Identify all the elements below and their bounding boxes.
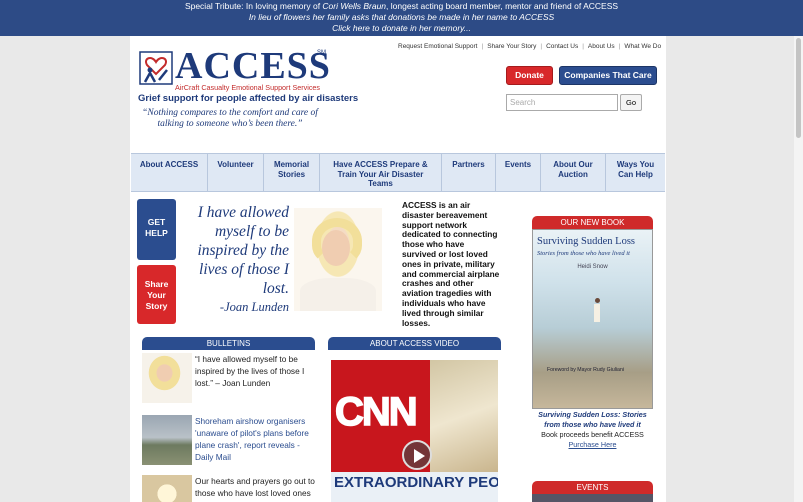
nav-ways-to-help[interactable]: Ways You Can Help [606,154,665,191]
book-caption-note: Book proceeds benefit ACCESS [541,430,644,439]
book-cover-subtitle: Stories from those who have lived it [537,250,630,257]
video-header: ABOUT ACCESS VIDEO [328,337,501,350]
link-separator: | [481,43,484,50]
feature-quote-text: I have allowed myself to be inspired by … [197,204,289,297]
book-cover-author: Heidi Snow [577,264,608,270]
bulletin-thumbnail [142,353,192,403]
nav-auction[interactable]: About Our Auction [541,154,606,191]
nav-volunteer[interactable]: Volunteer [208,154,264,191]
tagline: Grief support for people affected by air… [138,93,359,104]
about-video[interactable]: CNN EXTRAORDINARY PEOPLE [331,360,498,502]
link-separator: | [540,43,543,50]
header-quote: “Nothing compares to the comfort and car… [142,108,318,129]
book-caption: Surviving Sudden Loss: Stories from thos… [532,410,653,450]
cnn-logo-text: CNN [334,389,418,435]
bulletin-text: Our hearts and prayers go out to those w… [195,476,315,498]
top-links: Request Emotional Support | Share Your Sto… [398,43,661,50]
link-separator: | [582,43,584,50]
portrait-face [322,230,350,266]
feature-quote: I have allowed myself to be inspired by … [181,203,289,317]
scrollbar-thumb[interactable] [796,38,801,138]
donate-button[interactable]: Donate [506,66,553,85]
top-link-contact[interactable]: Contact Us [546,43,578,50]
search-go-button[interactable]: Go [620,94,642,111]
logo-trademark: SM [317,50,326,56]
book-cover-figure [593,298,601,338]
nav-memorial-stories[interactable]: Memorial Stories [264,154,320,191]
bulletin-item: “I have allowed myself to be inspired by… [142,353,317,403]
video-still-photo [430,360,498,472]
logo-subtitle: AirCraft Casualty Emotional Support Serv… [175,83,321,92]
nav-prepare-train[interactable]: Have ACCESS Prepare & Train Your Air Dis… [320,154,442,191]
book-cover[interactable]: Surviving Sudden Loss Stories from those… [532,229,653,409]
bulletins-header: BULLETINS [142,337,315,350]
search-input[interactable] [506,94,618,111]
purchase-link[interactable]: Purchase Here [569,440,617,449]
tribute-banner[interactable]: Special Tribute: In loving memory of Cor… [0,0,803,36]
top-link-request-support[interactable]: Request Emotional Support [398,43,478,50]
tribute-line-1: Special Tribute: In loving memory of Cor… [184,1,619,11]
get-help-button[interactable]: GET HELP [137,199,176,260]
bulletin-text: “I have allowed myself to be inspired by… [195,354,305,388]
share-story-button[interactable]: Share Your Story [137,265,176,324]
about-description: ACCESS is an air disaster bereavement su… [402,200,500,328]
nav-events[interactable]: Events [496,154,541,191]
top-link-what-we-do[interactable]: What We Do [624,43,661,50]
play-icon[interactable] [402,440,432,470]
top-link-share-story[interactable]: Share Your Story [487,43,536,50]
bulletin-link[interactable]: Shoreham airshow organisers 'unaware of … [195,416,309,462]
bulletin-link-wrap: Shoreham airshow organisers 'unaware of … [195,415,317,463]
book-caption-title: Surviving Sudden Loss: Stories from thos… [538,410,647,429]
nav-partners[interactable]: Partners [442,154,496,191]
top-link-about[interactable]: About Us [588,43,615,50]
bulletin-item: Our hearts and prayers go out to those w… [142,475,317,502]
link-separator: | [618,43,621,50]
events-header: EVENTS [532,481,653,494]
tribute-line-2: In lieu of flowers her family asks that … [248,12,555,22]
portrait-shoulders [300,278,376,311]
book-cover-foreword: Foreword by Mayor Rudy Giuliani [547,367,624,373]
tribute-donate-link[interactable]: Click here to donate in her memory... [0,23,803,34]
bulletin-item: Shoreham airshow organisers 'unaware of … [142,415,317,475]
logo-heart-icon [139,51,173,85]
bulletin-thumbnail [142,475,192,502]
logo-wordmark: ACCESS [175,45,331,87]
book-cover-title: Surviving Sudden Loss [537,236,636,247]
main-nav: About ACCESS Volunteer Memorial Stories … [131,153,665,192]
feature-quote-author: -Joan Lunden [219,300,289,314]
portrait-photo [294,208,382,311]
video-banner: EXTRAORDINARY PEOPLE [331,472,498,502]
events-image[interactable] [532,494,653,502]
companies-that-care-button[interactable]: Companies That Care [559,66,657,85]
nav-about-access[interactable]: About ACCESS [131,154,208,191]
video-banner-text: EXTRAORDINARY PEOPLE [334,474,498,491]
bulletin-thumbnail[interactable] [142,415,192,465]
book-header: OUR NEW BOOK [532,216,653,229]
